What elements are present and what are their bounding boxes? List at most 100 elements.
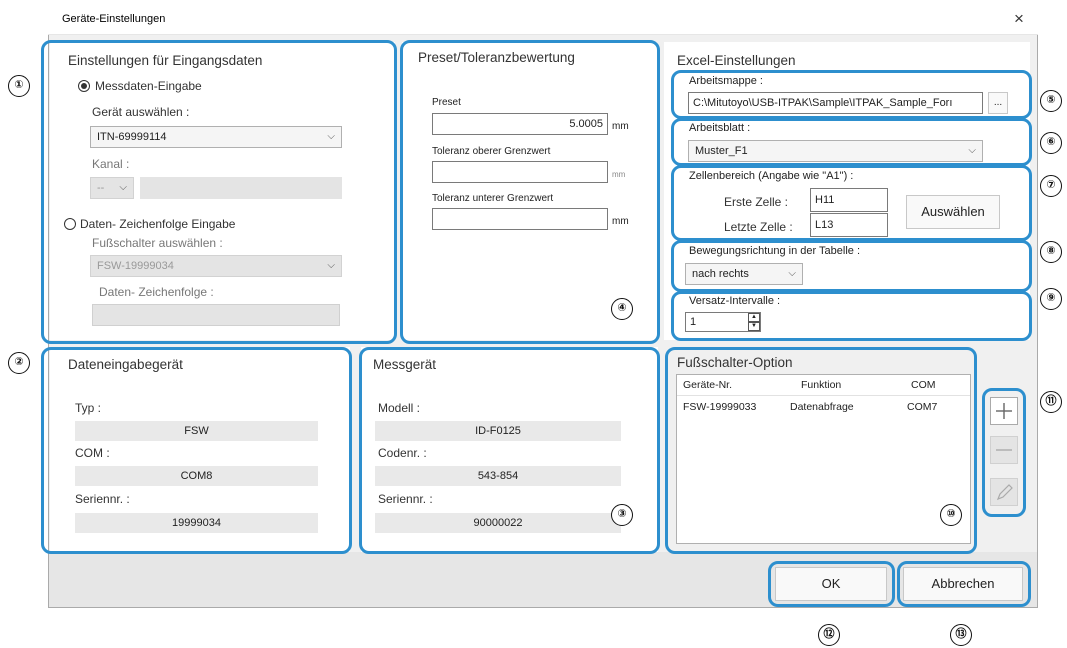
column-header[interactable]: COM bbox=[911, 379, 936, 391]
meas-data-radio-label: Messdaten-Eingabe bbox=[95, 79, 202, 93]
plus-icon bbox=[996, 403, 1012, 419]
code-label: Codenr. : bbox=[378, 446, 427, 460]
select-range-button[interactable]: Auswählen bbox=[906, 195, 1000, 229]
callout-2: ② bbox=[8, 352, 30, 374]
sheet-select[interactable]: Muster_F1 ⌵ bbox=[688, 140, 983, 162]
title-bar bbox=[48, 5, 1038, 35]
direction-label: Bewegungsrichtung in der Tabelle : bbox=[689, 245, 861, 257]
channel-field[interactable] bbox=[140, 177, 342, 199]
stepper-up-icon[interactable]: ▲ bbox=[748, 313, 760, 322]
first-cell-label: Erste Zelle : bbox=[724, 195, 789, 209]
first-cell-input[interactable]: H11 bbox=[810, 188, 888, 212]
footswitch-option-heading: Fußschalter-Option bbox=[677, 355, 793, 370]
model-label: Modell : bbox=[378, 401, 421, 415]
dialog-footer bbox=[49, 552, 1037, 607]
gauge-serial-label: Seriennr. : bbox=[378, 492, 433, 506]
callout-7: ⑦ bbox=[1040, 175, 1062, 197]
close-icon[interactable]: × bbox=[1014, 9, 1024, 29]
com-label: COM : bbox=[75, 446, 110, 460]
preset-panel bbox=[402, 42, 657, 340]
footswitch-select-value: FSW-19999034 bbox=[97, 260, 174, 272]
sheet-label: Arbeitsblatt : bbox=[689, 122, 751, 134]
table-header: Geräte-Nr. Funktion COM bbox=[677, 375, 970, 396]
browse-button[interactable]: ... bbox=[988, 92, 1008, 114]
device-select-value: ITN-69999114 bbox=[97, 131, 167, 143]
last-cell-label: Letzte Zelle : bbox=[724, 220, 793, 234]
lower-tolerance-unit: mm bbox=[612, 216, 629, 227]
workbook-input[interactable]: C:\Mitutoyo\USB-ITPAK\Sample\ITPAK_Sampl… bbox=[688, 92, 983, 114]
cell-range-label: Zellenbereich (Angabe wie "A1") : bbox=[689, 170, 854, 182]
footswitch-select[interactable]: FSW-19999034 ⌵ bbox=[90, 255, 342, 277]
data-string-field[interactable] bbox=[92, 304, 340, 326]
callout-13: ⑬ bbox=[950, 624, 972, 646]
channel-label: Kanal : bbox=[92, 157, 130, 171]
ok-button[interactable]: OK bbox=[775, 567, 887, 601]
upper-tolerance-unit: mm bbox=[612, 170, 626, 179]
code-value: 543-854 bbox=[375, 466, 621, 486]
preset-unit: mm bbox=[612, 121, 629, 132]
callout-4: ④ bbox=[611, 298, 633, 320]
footswitch-select-label: Fußschalter auswählen : bbox=[92, 236, 223, 250]
table-cell: Datenabfrage bbox=[790, 401, 854, 413]
preset-label: Preset bbox=[432, 97, 461, 108]
chevron-down-icon: ⌵ bbox=[327, 260, 335, 271]
callout-9: ⑨ bbox=[1040, 288, 1062, 310]
remove-button[interactable] bbox=[990, 436, 1018, 464]
minus-icon bbox=[996, 449, 1012, 451]
callout-6: ⑥ bbox=[1040, 132, 1062, 154]
device-serial-label: Seriennr. : bbox=[75, 492, 130, 506]
window-title: Geräte-Einstellungen bbox=[62, 13, 166, 25]
stepper-down-icon[interactable]: ▼ bbox=[748, 322, 760, 331]
data-input-device-heading: Dateneingabegerät bbox=[68, 357, 183, 372]
callout-3: ③ bbox=[611, 504, 633, 526]
sheet-select-value: Muster_F1 bbox=[695, 145, 748, 157]
chevron-down-icon: ⌵ bbox=[968, 145, 976, 156]
last-cell-input[interactable]: L13 bbox=[810, 213, 888, 237]
footswitch-table[interactable]: Geräte-Nr. Funktion COM FSW-19999033 Dat… bbox=[676, 374, 971, 544]
chevron-down-icon: ⌵ bbox=[327, 131, 335, 142]
offset-label: Versatz-Intervalle : bbox=[689, 295, 781, 307]
table-cell: COM7 bbox=[907, 401, 938, 413]
callout-11: ⑪ bbox=[1040, 391, 1062, 413]
gauge-heading: Messgerät bbox=[373, 357, 437, 372]
callout-8: ⑧ bbox=[1040, 241, 1062, 263]
table-row[interactable]: FSW-19999033 Datenabfrage COM7 bbox=[677, 399, 970, 417]
gauge-serial-value: 90000022 bbox=[375, 513, 621, 533]
type-value: FSW bbox=[75, 421, 318, 441]
device-select-label: Gerät auswählen : bbox=[92, 105, 190, 119]
device-serial-value: 19999034 bbox=[75, 513, 318, 533]
channel-select-value: -- bbox=[97, 182, 105, 194]
preset-heading: Preset/Toleranzbewertung bbox=[418, 50, 575, 65]
offset-stepper-value: 1 bbox=[690, 316, 697, 328]
workbook-label: Arbeitsmappe : bbox=[689, 75, 763, 87]
callout-12: ⑫ bbox=[818, 624, 840, 646]
meas-data-radio[interactable] bbox=[78, 80, 90, 92]
column-header[interactable]: Geräte-Nr. bbox=[683, 379, 732, 391]
model-value: ID-F0125 bbox=[375, 421, 621, 441]
table-cell: FSW-19999033 bbox=[683, 401, 757, 413]
upper-tolerance-input[interactable] bbox=[432, 161, 608, 183]
cancel-button[interactable]: Abbrechen bbox=[903, 567, 1023, 601]
chevron-down-icon: ⌵ bbox=[119, 182, 127, 193]
preset-input[interactable]: 5.0005 bbox=[432, 113, 608, 135]
type-label: Typ : bbox=[75, 401, 102, 415]
channel-select[interactable]: -- ⌵ bbox=[90, 177, 134, 199]
string-input-radio-label: Daten- Zeichenfolge Eingabe bbox=[80, 217, 236, 231]
pencil-icon bbox=[996, 484, 1013, 501]
edit-button[interactable] bbox=[990, 478, 1018, 506]
com-value: COM8 bbox=[75, 466, 318, 486]
callout-5: ⑤ bbox=[1040, 90, 1062, 112]
upper-tolerance-label: Toleranz oberer Grenzwert bbox=[432, 146, 551, 157]
add-button[interactable] bbox=[990, 397, 1018, 425]
callout-10: ⑩ bbox=[940, 504, 962, 526]
lower-tolerance-input[interactable] bbox=[432, 208, 608, 230]
data-string-label: Daten- Zeichenfolge : bbox=[99, 285, 214, 299]
chevron-down-icon: ⌵ bbox=[788, 268, 796, 279]
direction-select-value: nach rechts bbox=[692, 268, 749, 280]
string-input-radio[interactable] bbox=[64, 218, 76, 230]
lower-tolerance-label: Toleranz unterer Grenzwert bbox=[432, 193, 554, 204]
direction-select[interactable]: nach rechts ⌵ bbox=[685, 263, 803, 285]
callout-1: ① bbox=[8, 75, 30, 97]
device-select[interactable]: ITN-69999114 ⌵ bbox=[90, 126, 342, 148]
column-header[interactable]: Funktion bbox=[801, 379, 841, 391]
